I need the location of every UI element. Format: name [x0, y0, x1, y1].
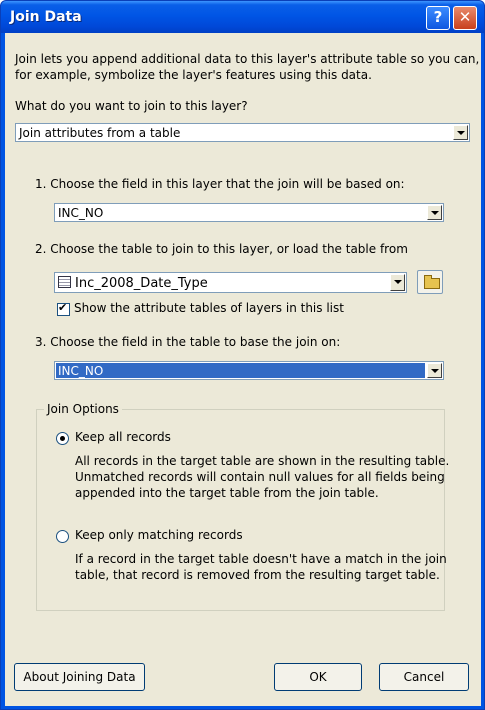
chevron-down-icon[interactable] — [390, 274, 405, 291]
join-table-field-dropdown[interactable]: INC_NO — [54, 361, 444, 380]
keep-matching-records-label[interactable]: Keep only matching records — [75, 528, 243, 542]
cancel-button[interactable]: Cancel — [379, 663, 469, 691]
chevron-down-icon[interactable] — [427, 205, 442, 220]
intro-line-2: for example, symbolize the layer's featu… — [15, 68, 372, 82]
keep-all-desc-line-3: appended into the target table from the … — [75, 486, 379, 500]
keep-all-records-radio[interactable] — [56, 432, 69, 445]
join-type-dropdown[interactable]: Join attributes from a table — [15, 123, 470, 142]
layer-field-value: INC_NO — [58, 206, 104, 220]
join-table-value: Inc_2008_Date_Type — [75, 276, 208, 291]
about-joining-data-button[interactable]: About Joining Data — [14, 663, 145, 691]
step3-label: 3. Choose the field in the table to base… — [35, 335, 341, 349]
join-data-dialog: Join Data ? ✕ Join lets you append addit… — [0, 0, 485, 710]
chevron-down-icon[interactable] — [427, 363, 442, 378]
dialog-body: Join lets you append additional data to … — [5, 33, 481, 706]
keep-all-desc-line-2: Unmatched records will contain null valu… — [75, 470, 445, 484]
step2-label: 2. Choose the table to join to this laye… — [35, 242, 408, 256]
close-button[interactable]: ✕ — [453, 6, 477, 30]
keep-matching-records-radio[interactable] — [56, 530, 69, 543]
chevron-down-icon[interactable] — [453, 125, 468, 140]
join-type-prompt: What do you want to join to this layer? — [15, 99, 248, 113]
show-tables-label: Show the attribute tables of layers in t… — [74, 301, 344, 315]
keep-all-records-label[interactable]: Keep all records — [75, 430, 171, 444]
help-button[interactable]: ? — [426, 6, 450, 30]
browse-table-button[interactable] — [417, 270, 443, 294]
keep-matching-desc-line-2: table, that record is removed from the r… — [75, 568, 440, 582]
open-folder-icon — [424, 275, 440, 289]
step1-label: 1. Choose the field in this layer that t… — [35, 177, 405, 191]
layer-field-dropdown[interactable]: INC_NO — [54, 203, 444, 222]
title-bar[interactable]: Join Data ? ✕ — [1, 1, 484, 33]
join-type-value: Join attributes from a table — [19, 126, 181, 140]
keep-matching-desc-line-1: If a record in the target table doesn't … — [75, 552, 447, 566]
join-table-field-value: INC_NO — [58, 364, 104, 378]
table-icon — [58, 276, 71, 288]
join-options-legend: Join Options — [44, 402, 122, 416]
join-table-dropdown[interactable]: Inc_2008_Date_Type — [54, 272, 407, 293]
show-tables-checkbox[interactable] — [57, 301, 70, 316]
ok-button[interactable]: OK — [274, 663, 362, 691]
intro-line-1: Join lets you append additional data to … — [15, 52, 480, 66]
keep-all-desc-line-1: All records in the target table are show… — [75, 454, 450, 468]
window-title: Join Data — [10, 9, 82, 25]
join-options-group: Join Options Keep all records All record… — [36, 402, 449, 611]
